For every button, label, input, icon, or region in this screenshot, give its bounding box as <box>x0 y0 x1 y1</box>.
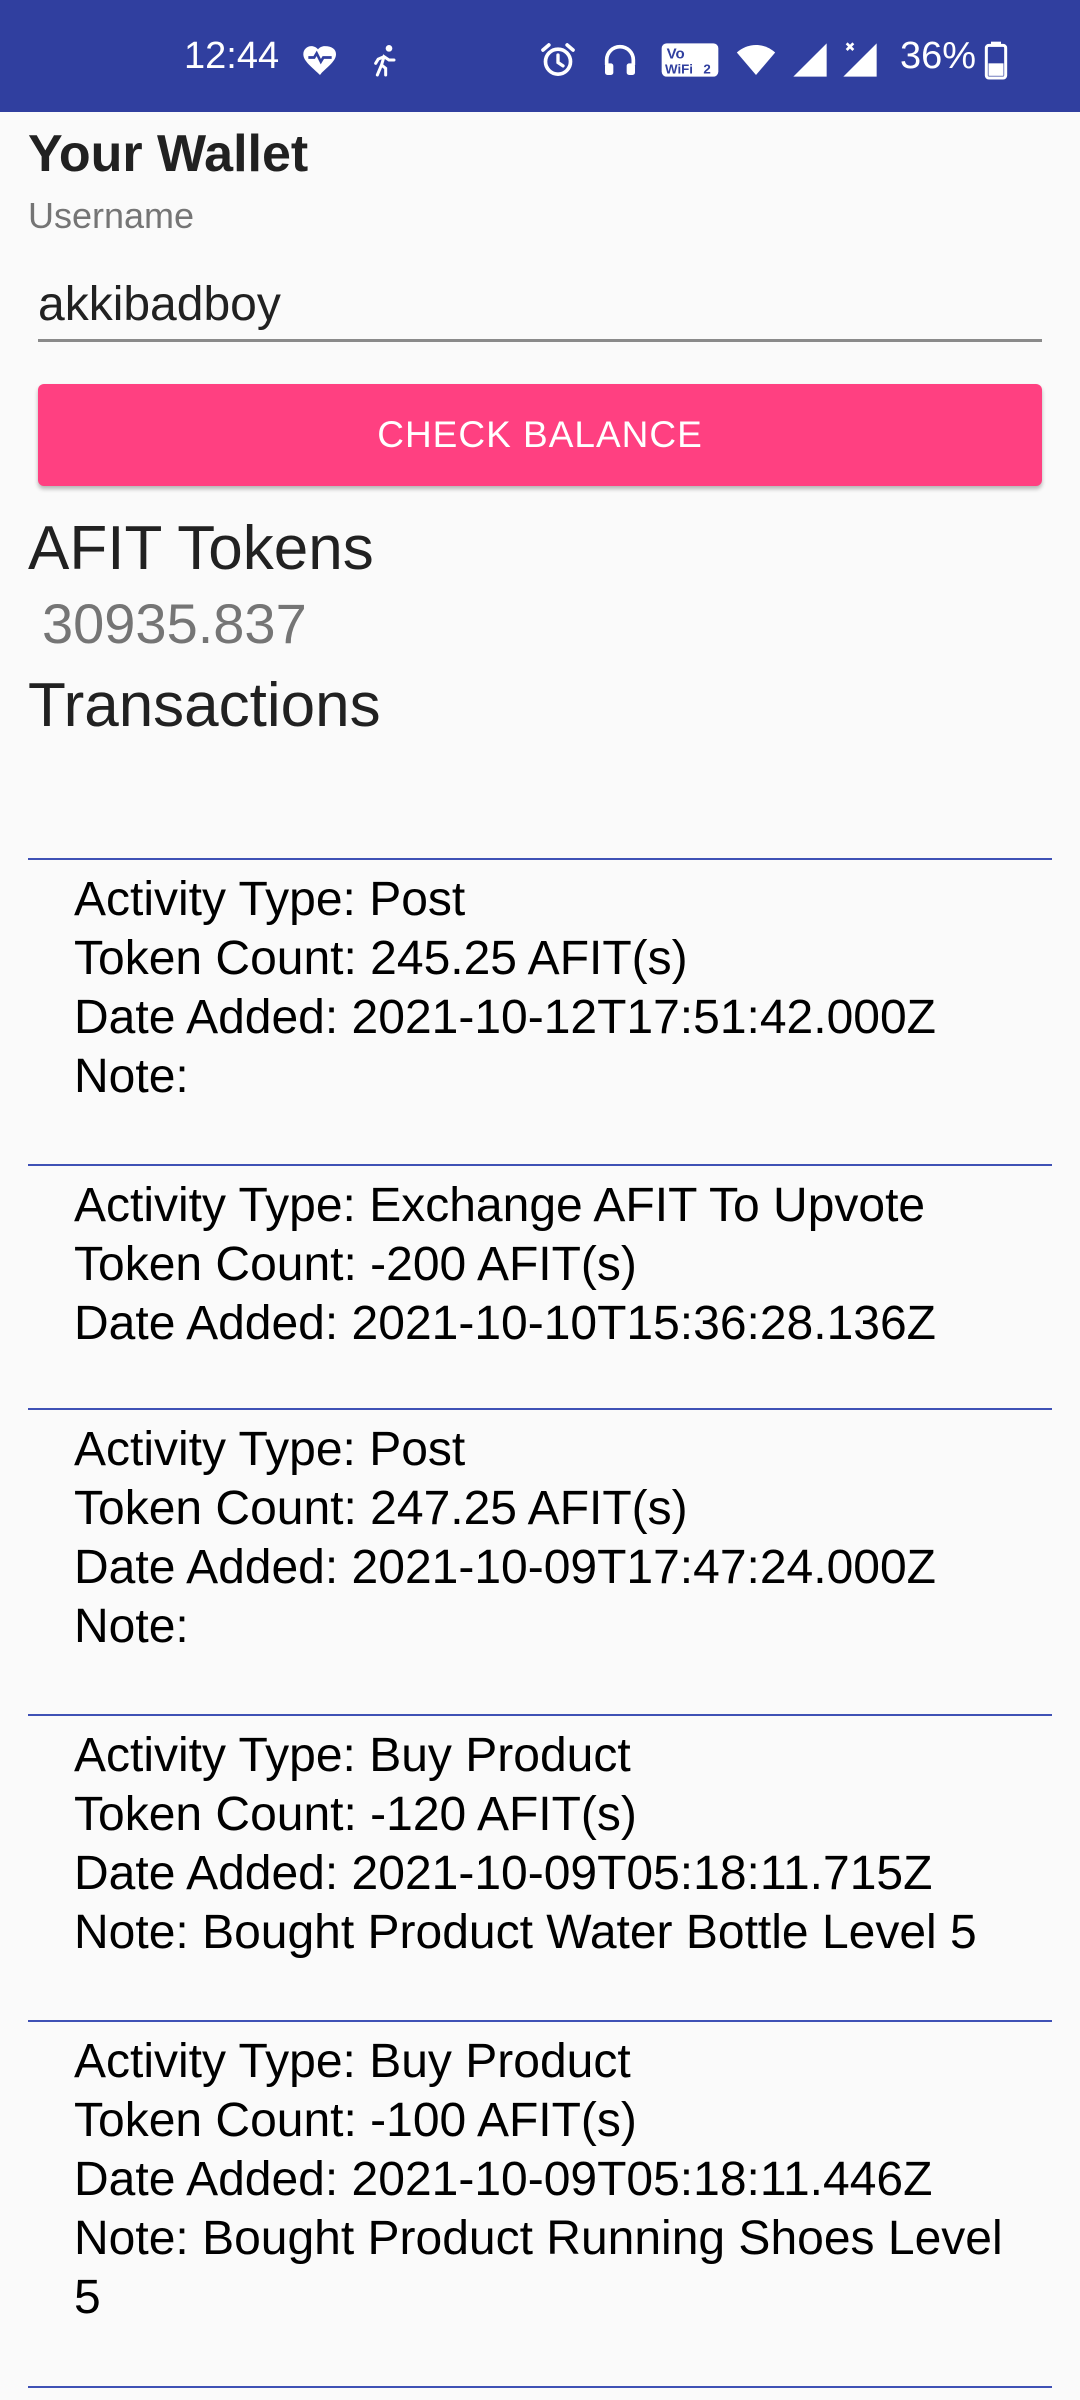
battery-percent: 36% <box>900 35 977 77</box>
status-time: 12:44 <box>184 35 280 77</box>
signal-x-icon <box>843 42 877 77</box>
transaction-activity-type: Activity Type: Post <box>74 1423 466 1476</box>
transaction-activity-type: Activity Type: Post <box>74 873 466 926</box>
page-title: Your Wallet <box>28 125 309 183</box>
check-balance-button[interactable]: CHECK BALANCE <box>38 384 1042 486</box>
transaction-note: Note: <box>74 1600 189 1653</box>
tokens-heading: AFIT Tokens <box>28 514 374 583</box>
transaction-date-added: Date Added: 2021-10-09T05:18:11.446Z <box>74 2153 933 2206</box>
svg-text:2: 2 <box>703 61 710 76</box>
transaction-date-added: Date Added: 2021-10-09T05:18:11.715Z <box>74 1847 933 1900</box>
transaction-date-added: Date Added: 2021-10-10T15:36:28.136Z <box>74 1297 936 1350</box>
username-label: Username <box>28 195 195 236</box>
transaction-item[interactable]: Activity Type: Post Token Count: 247.25 … <box>28 1408 1052 1714</box>
transactions-list[interactable]: Activity Type: Post Token Count: 245.25 … <box>28 858 1052 2388</box>
transaction-note: Note: <box>74 1050 189 1103</box>
transaction-item[interactable]: Activity Type: Post Token Count: 245.25 … <box>28 858 1052 1164</box>
transaction-note: Note: Bought Product Water Bottle Level … <box>74 1906 977 1959</box>
transaction-token-count: Token Count: -120 AFIT(s) <box>74 1788 637 1841</box>
wifi-icon <box>736 45 776 75</box>
transaction-note: Note: Bought Product Running Shoes Level… <box>74 2212 1003 2324</box>
tokens-balance-value: 30935.837 <box>42 592 307 655</box>
transaction-token-count: Token Count: -200 AFIT(s) <box>74 1238 637 1291</box>
signal-icon <box>793 43 827 77</box>
vowifi-icon: Vo WiFi 2 <box>661 43 719 77</box>
list-divider <box>28 2386 1052 2388</box>
alarm-icon <box>541 43 575 76</box>
transaction-date-added: Date Added: 2021-10-09T17:47:24.000Z <box>74 1541 936 1594</box>
svg-text:WiFi: WiFi <box>665 61 693 76</box>
transaction-activity-type: Activity Type: Buy Product <box>74 2035 631 2088</box>
transaction-token-count: Token Count: 245.25 AFIT(s) <box>74 932 688 985</box>
status-bar: 12:44 Vo WiFi 2 36% <box>0 0 1080 112</box>
transaction-token-count: Token Count: -100 AFIT(s) <box>74 2094 637 2147</box>
transaction-token-count: Token Count: 247.25 AFIT(s) <box>74 1482 688 1535</box>
running-icon <box>374 45 396 77</box>
heart-icon <box>303 46 336 75</box>
transaction-item[interactable]: Activity Type: Buy Product Token Count: … <box>28 2020 1052 2386</box>
transaction-activity-type: Activity Type: Exchange AFIT To Upvote <box>74 1179 926 1232</box>
transactions-heading: Transactions <box>28 671 381 740</box>
battery-icon <box>984 41 1008 80</box>
transaction-activity-type: Activity Type: Buy Product <box>74 1729 631 1782</box>
svg-text:Vo: Vo <box>667 45 685 62</box>
transaction-item[interactable]: Activity Type: Exchange AFIT To Upvote T… <box>28 1164 1052 1408</box>
headphones-icon <box>604 44 636 75</box>
transaction-date-added: Date Added: 2021-10-12T17:51:42.000Z <box>74 991 936 1044</box>
transaction-item[interactable]: Activity Type: Buy Product Token Count: … <box>28 1714 1052 2020</box>
username-input[interactable] <box>38 270 1042 342</box>
